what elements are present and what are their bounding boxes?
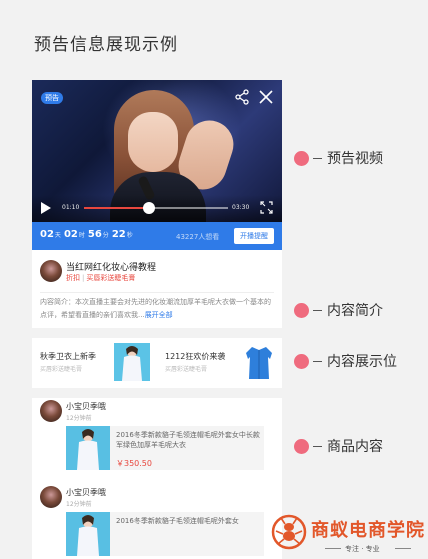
countdown-timer: 02天 02时 56分 22秒: [40, 229, 136, 240]
total-time: 03:30: [232, 204, 250, 211]
countdown-seconds: 22: [111, 229, 126, 240]
slogan-line: [395, 548, 411, 549]
description: 内容简介：本次直播主要会对先进的化妆潮流加厚羊毛呢大衣做一个基本的点评，希望看直…: [40, 296, 276, 322]
product-image: [66, 426, 110, 470]
section-gap: [32, 328, 282, 338]
fullscreen-icon[interactable]: [260, 201, 273, 214]
page-title: 预告信息展现示例: [34, 35, 178, 55]
progress-fill: [84, 207, 149, 209]
tag-discount: 折扣: [66, 274, 80, 282]
countdown-days: 02: [40, 229, 54, 240]
annotation-dot: [294, 439, 309, 454]
phone-mockup: 预告 01:10 03:30 02天 02时 56分 22秒 43227人想看 …: [32, 80, 282, 559]
countdown-bar: 02天 02时 56分 22秒 43227人想看 开播提醒: [32, 222, 282, 250]
logo-slogan: 专注 · 专业: [345, 545, 380, 553]
annotation-dot: [294, 303, 309, 318]
annotation-line: [313, 361, 322, 362]
close-icon[interactable]: [258, 89, 274, 105]
product-name: 2016冬季新款貉子毛领连帽毛呢外套女: [116, 517, 239, 525]
play-icon[interactable]: [41, 202, 51, 214]
avatar[interactable]: [40, 260, 62, 282]
video-controls: 01:10 03:30: [32, 195, 282, 222]
remind-button[interactable]: 开播提醒: [234, 228, 274, 244]
countdown-minutes-unit: 分: [102, 232, 109, 239]
showcase-item-name: 秋季卫衣上新季: [40, 352, 96, 361]
product-image: [66, 512, 110, 556]
product-card[interactable]: 2016冬季新款貉子毛领连帽毛呢外套女: [66, 512, 264, 556]
annotation-label: 内容展示位: [327, 354, 397, 370]
showcase-item-sub: 买唇彩送睫毛膏: [40, 366, 83, 373]
progress-knob[interactable]: [142, 202, 155, 214]
content-showcase: 秋季卫衣上新季 买唇彩送睫毛膏 1212狂欢价来袭 买唇彩送睫毛膏: [32, 338, 282, 388]
current-time: 01:10: [62, 204, 80, 211]
performer-face: [128, 112, 178, 172]
annotation-line: [313, 446, 322, 447]
countdown-hours-unit: 时: [78, 232, 85, 239]
showcase-item[interactable]: 秋季卫衣上新季 买唇彩送睫毛膏: [32, 338, 157, 388]
avatar[interactable]: [40, 486, 62, 508]
section-gap: [32, 388, 282, 398]
post-time: 12分钟前: [66, 501, 92, 508]
post-username[interactable]: 小宝贝季哦: [66, 487, 106, 498]
annotation-dot: [294, 354, 309, 369]
progress-bar[interactable]: [84, 202, 228, 214]
annotation-line: [313, 158, 322, 159]
expand-link[interactable]: 展开全部: [145, 311, 173, 319]
stream-title: 当红网红化妆心得教程: [66, 263, 157, 273]
countdown-days-unit: 天: [54, 232, 61, 239]
ant-logo-icon: [271, 514, 307, 550]
tag-separator: |: [82, 274, 85, 282]
slogan-line: [325, 548, 341, 549]
avatar[interactable]: [40, 400, 62, 422]
showcase-product-image: [241, 343, 277, 381]
tag-gift: 买唇彩送睫毛膏: [86, 274, 136, 282]
post-username[interactable]: 小宝贝季哦: [66, 401, 106, 412]
product-feed: 小宝贝季哦 12分钟前 2016冬季新款貉子毛领连帽毛呢外套女中长款军绿色加厚羊…: [32, 398, 282, 559]
divider: [40, 292, 274, 293]
product-price: ￥350.50: [116, 459, 152, 468]
showcase-product-image: [114, 343, 150, 381]
annotation-dot: [294, 151, 309, 166]
preview-video-player[interactable]: 预告 01:10 03:30: [32, 80, 282, 222]
showcase-item[interactable]: 1212狂欢价来袭 买唇彩送睫毛膏: [157, 338, 282, 388]
countdown-minutes: 56: [87, 229, 102, 240]
preview-badge: 预告: [41, 92, 63, 104]
annotation-line: [313, 310, 322, 311]
content-intro: 当红网红化妆心得教程 折扣 | 买唇彩送睫毛膏 内容简介：本次直播主要会对先进的化妆…: [32, 250, 282, 328]
product-name: 2016冬季新款貉子毛领连帽毛呢外套女中长款军绿色加厚羊毛呢大衣: [116, 431, 260, 449]
stream-tags: 折扣 | 买唇彩送睫毛膏: [66, 273, 135, 283]
share-icon[interactable]: [234, 89, 250, 105]
annotation-label: 商品内容: [327, 439, 383, 455]
post-time: 12分钟前: [66, 415, 92, 422]
countdown-seconds-unit: 秒: [126, 232, 133, 239]
showcase-item-sub: 买唇彩送睫毛膏: [165, 366, 208, 373]
product-card[interactable]: 2016冬季新款貉子毛领连帽毛呢外套女中长款军绿色加厚羊毛呢大衣 ￥350.50: [66, 426, 264, 470]
showcase-item-name: 1212狂欢价来袭: [165, 352, 226, 361]
brand-logo: 商蚁电商学院 专注 · 专业: [271, 513, 428, 559]
viewers-count: 43227人想看: [176, 233, 220, 241]
annotation-label: 预告视频: [327, 151, 383, 167]
countdown-hours: 02: [63, 229, 78, 240]
annotation-label: 内容简介: [327, 303, 383, 319]
logo-text: 商蚁电商学院: [311, 520, 425, 541]
